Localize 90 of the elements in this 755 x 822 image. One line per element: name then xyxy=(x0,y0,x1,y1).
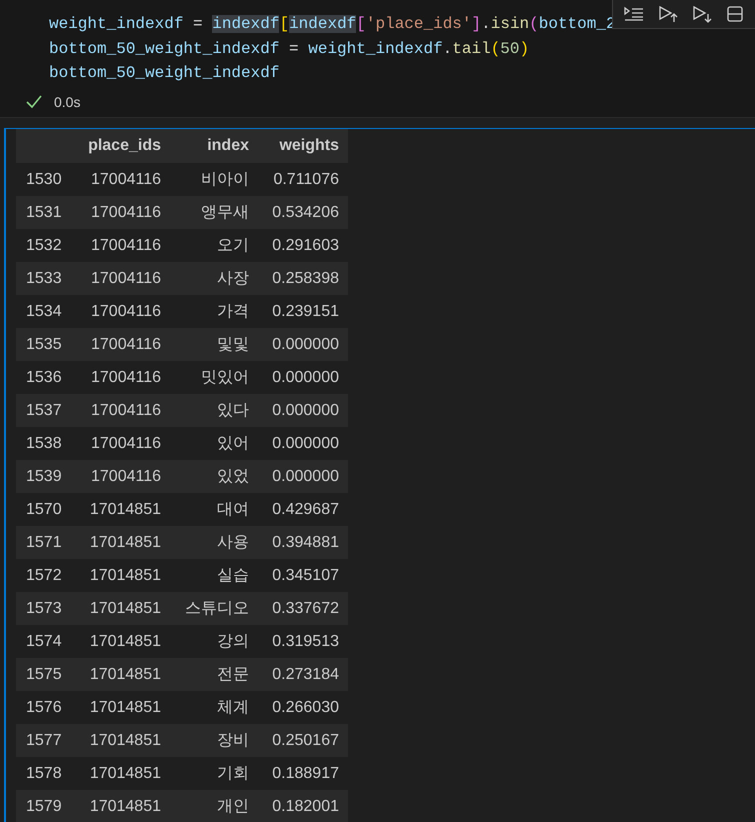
table-cell: 17004116 xyxy=(78,460,170,493)
row-index: 1536 xyxy=(16,361,78,394)
table-cell: 0.534206 xyxy=(258,196,348,229)
table-cell: 17014851 xyxy=(78,592,170,625)
table-cell: 0.000000 xyxy=(258,394,348,427)
row-index: 1534 xyxy=(16,295,78,328)
table-cell: 0.429687 xyxy=(258,493,348,526)
table-cell: 17004116 xyxy=(78,229,170,262)
table-cell: 0.000000 xyxy=(258,427,348,460)
row-index: 1537 xyxy=(16,394,78,427)
split-cell-icon[interactable] xyxy=(726,5,744,23)
table-cell: 있다 xyxy=(170,394,258,427)
table-cell: 및및 xyxy=(170,328,258,361)
row-index: 1538 xyxy=(16,427,78,460)
table-cell: 전문 xyxy=(170,658,258,691)
table-cell: 실습 xyxy=(170,559,258,592)
row-index: 1573 xyxy=(16,592,78,625)
row-index: 1571 xyxy=(16,526,78,559)
table-cell: 사장 xyxy=(170,262,258,295)
table-cell: 가격 xyxy=(170,295,258,328)
code-line: bottom_50_weight_indexdf = weight_indexdf.tail(50) xyxy=(48,38,530,60)
table-cell: 비아이 xyxy=(170,163,258,196)
table-cell: 17004116 xyxy=(78,196,170,229)
table-cell: 장비 xyxy=(170,724,258,757)
table-cell: 0.250167 xyxy=(258,724,348,757)
table-cell: 17014851 xyxy=(78,658,170,691)
table-cell: 17004116 xyxy=(78,328,170,361)
table-cell: 17014851 xyxy=(78,526,170,559)
row-index: 1535 xyxy=(16,328,78,361)
row-index: 1577 xyxy=(16,724,78,757)
table-cell: 17004116 xyxy=(78,262,170,295)
table-cell: 17014851 xyxy=(78,559,170,592)
run-below-icon[interactable] xyxy=(692,5,712,23)
row-index: 1532 xyxy=(16,229,78,262)
table-cell: 체계 xyxy=(170,691,258,724)
table-cell: 스튜디오 xyxy=(170,592,258,625)
run-above-icon[interactable] xyxy=(658,5,678,23)
table-cell: 강의 xyxy=(170,625,258,658)
table-cell: 0.273184 xyxy=(258,658,348,691)
table-cell: 0.266030 xyxy=(258,691,348,724)
table-cell: 0.337672 xyxy=(258,592,348,625)
table-cell: 17004116 xyxy=(78,361,170,394)
table-cell: 사용 xyxy=(170,526,258,559)
table-cell: 0.345107 xyxy=(258,559,348,592)
row-index: 1578 xyxy=(16,757,78,790)
row-index: 1539 xyxy=(16,460,78,493)
table-cell: 17014851 xyxy=(78,625,170,658)
table-cell: 17014851 xyxy=(78,757,170,790)
table-cell: 있었 xyxy=(170,460,258,493)
table-cell: 0.258398 xyxy=(258,262,348,295)
row-index: 1574 xyxy=(16,625,78,658)
table-cell: 0.188917 xyxy=(258,757,348,790)
table-cell: 기회 xyxy=(170,757,258,790)
row-index: 1530 xyxy=(16,163,78,196)
table-cell: 0.394881 xyxy=(258,526,348,559)
code-line: bottom_50_weight_indexdf xyxy=(48,63,280,84)
table-cell: 17014851 xyxy=(78,691,170,724)
row-index: 1533 xyxy=(16,262,78,295)
list-icon[interactable] xyxy=(624,6,644,22)
table-cell: 17004116 xyxy=(78,427,170,460)
table-cell: 17014851 xyxy=(78,493,170,526)
row-index: 1531 xyxy=(16,196,78,229)
table-cell: 개인 xyxy=(170,790,258,822)
table-cell: 앵무새 xyxy=(170,196,258,229)
column-header: weights xyxy=(258,129,348,163)
table-cell: 오기 xyxy=(170,229,258,262)
row-index: 1575 xyxy=(16,658,78,691)
row-index: 1579 xyxy=(16,790,78,822)
row-index: 1576 xyxy=(16,691,78,724)
table-cell: 0.711076 xyxy=(258,163,348,196)
table-cell: 0.182001 xyxy=(258,790,348,822)
table-cell: 밋있어 xyxy=(170,361,258,394)
table-cell: 17004116 xyxy=(78,394,170,427)
table-cell: 대여 xyxy=(170,493,258,526)
table-cell: 17014851 xyxy=(78,790,170,822)
table-cell: 0.291603 xyxy=(258,229,348,262)
column-header: index xyxy=(170,129,258,163)
table-cell: 0.000000 xyxy=(258,328,348,361)
table-cell: 0.319513 xyxy=(258,625,348,658)
row-index: 1572 xyxy=(16,559,78,592)
execution-time: 0.0s xyxy=(54,92,80,112)
table-cell: 17004116 xyxy=(78,295,170,328)
table-cell: 0.239151 xyxy=(258,295,348,328)
table-cell: 있어 xyxy=(170,427,258,460)
table-cell: 0.000000 xyxy=(258,460,348,493)
table-cell: 0.000000 xyxy=(258,361,348,394)
row-index: 1570 xyxy=(16,493,78,526)
table-cell: 17014851 xyxy=(78,724,170,757)
table-cell: 17004116 xyxy=(78,163,170,196)
column-header: place_ids xyxy=(78,129,170,163)
